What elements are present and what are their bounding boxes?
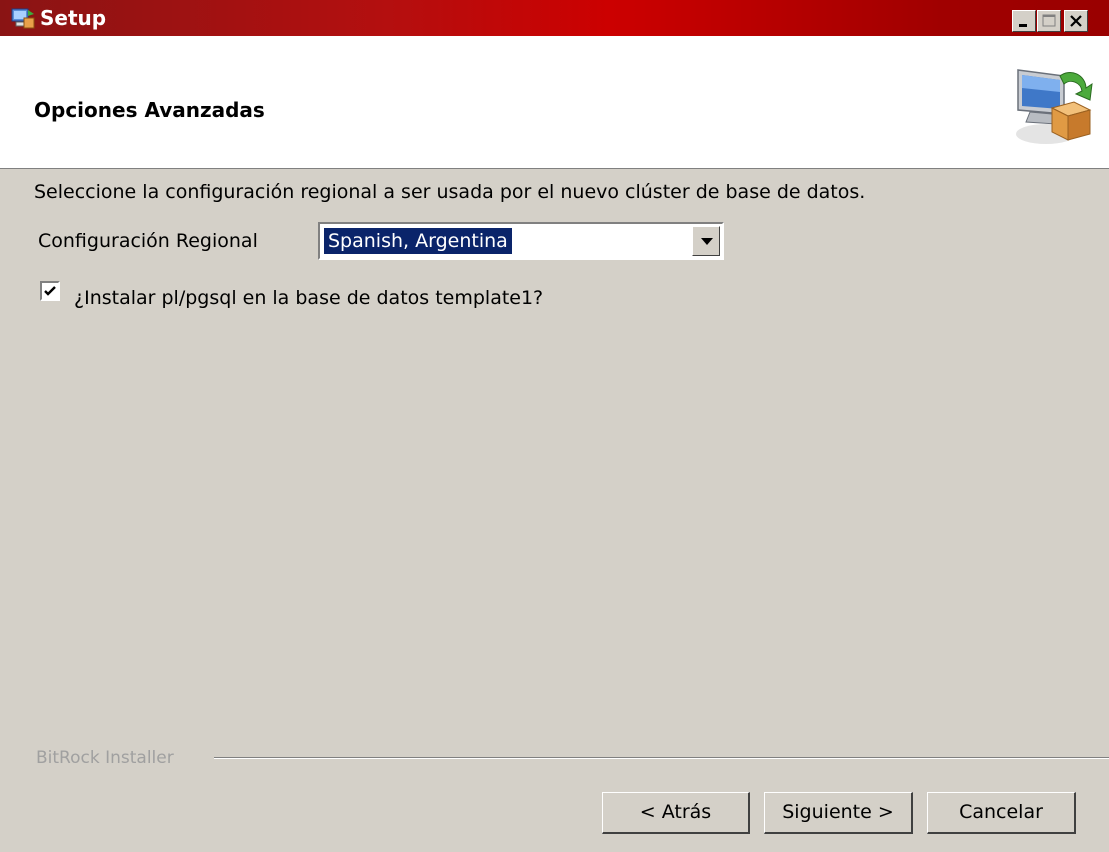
minimize-icon: [1019, 24, 1027, 27]
locale-label: Configuración Regional: [38, 230, 258, 252]
back-button[interactable]: < Atrás: [602, 792, 750, 834]
locale-dropdown-button[interactable]: [692, 226, 720, 256]
checkmark-icon: [44, 286, 56, 296]
install-plpgsql-checkbox[interactable]: [40, 281, 60, 301]
setup-app-icon: [11, 8, 35, 29]
maximize-button[interactable]: [1037, 10, 1061, 32]
chevron-down-icon: [701, 238, 713, 245]
install-plpgsql-label[interactable]: ¿Instalar pl/pgsql en la base de datos t…: [74, 286, 543, 310]
locale-selected-value: Spanish, Argentina: [324, 228, 512, 254]
installer-computer-icon: [1016, 69, 1093, 144]
cancel-button[interactable]: Cancelar: [927, 792, 1076, 834]
window-title: Setup: [40, 6, 107, 30]
next-button[interactable]: Siguiente >: [764, 792, 913, 834]
close-icon: [1070, 15, 1082, 27]
footer-divider: [214, 757, 1109, 759]
page-title: Opciones Avanzadas: [34, 98, 265, 122]
setup-window: Setup Opciones Avanzadas Seleccione la c…: [0, 0, 1109, 852]
description-text: Seleccione la configuración regional a s…: [34, 181, 866, 203]
title-bar[interactable]: Setup: [0, 0, 1109, 36]
header-panel: Opciones Avanzadas: [0, 36, 1109, 169]
locale-select[interactable]: Spanish, Argentina: [318, 222, 724, 260]
close-button[interactable]: [1064, 10, 1088, 32]
maximize-icon: [1042, 14, 1056, 27]
minimize-button[interactable]: [1012, 10, 1036, 32]
installer-brand-label: BitRock Installer: [36, 748, 174, 768]
